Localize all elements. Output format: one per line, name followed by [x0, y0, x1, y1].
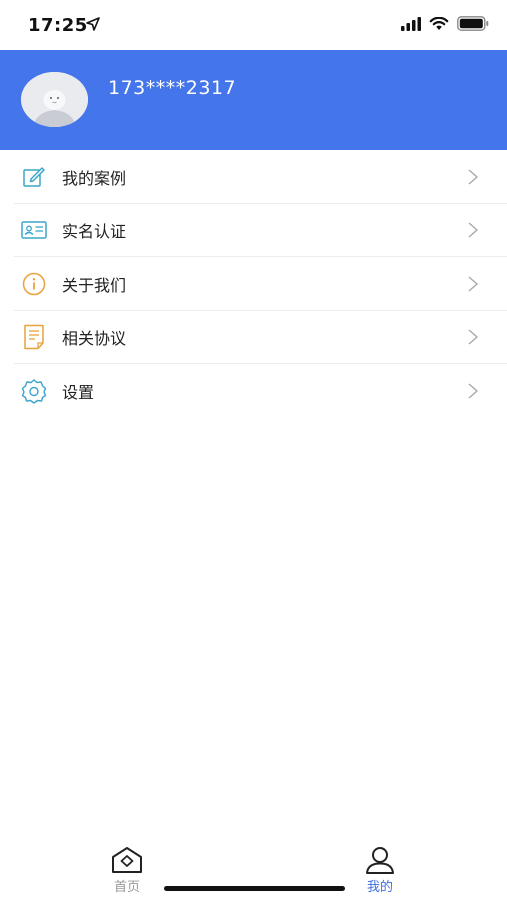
profile-header[interactable]: 173****2317	[0, 50, 507, 150]
chevron-right-icon	[468, 222, 479, 238]
menu-item-my-cases[interactable]: 我的案例	[0, 150, 507, 204]
tab-mine[interactable]: 我的	[340, 846, 420, 895]
home-icon	[112, 847, 142, 873]
home-indicator[interactable]	[164, 886, 345, 891]
signal-icon	[401, 16, 421, 31]
chevron-right-icon	[468, 169, 479, 185]
status-indicators	[401, 16, 489, 31]
menu-item-label: 实名认证	[62, 222, 127, 242]
status-bar: 17:25	[0, 0, 507, 50]
menu-item-label: 我的案例	[62, 168, 127, 188]
tab-mine-label: 我的	[366, 880, 393, 895]
avatar[interactable]	[21, 72, 88, 127]
menu-item-label: 设置	[62, 382, 95, 402]
menu-item-label: 相关协议	[62, 329, 127, 349]
edit-icon	[21, 164, 47, 190]
menu-item-real-name-verification[interactable]: 实名认证	[0, 204, 507, 257]
id-card-icon	[21, 217, 47, 243]
user-phone: 173****2317	[108, 77, 237, 99]
tab-home-label: 首页	[113, 880, 140, 895]
chevron-right-icon	[468, 329, 479, 345]
menu-item-label: 关于我们	[62, 275, 127, 295]
menu-item-settings[interactable]: 设置	[0, 364, 507, 418]
chevron-right-icon	[468, 383, 479, 399]
tab-bar: 首页 我的	[0, 838, 507, 900]
avatar-placeholder-icon	[21, 72, 88, 127]
menu-item-about-us[interactable]: 关于我们	[0, 257, 507, 311]
menu-item-agreements[interactable]: 相关协议	[0, 311, 507, 364]
status-time: 17:25	[28, 15, 88, 36]
gear-icon	[21, 378, 47, 404]
settings-menu: 我的案例 实名认证 关于我们 相关协议 设置	[0, 150, 507, 418]
chevron-right-icon	[468, 276, 479, 292]
document-icon	[21, 324, 47, 350]
location-arrow-icon	[86, 17, 100, 31]
wifi-icon	[429, 16, 449, 30]
user-icon	[366, 847, 394, 874]
info-icon	[21, 271, 47, 297]
tab-home[interactable]: 首页	[87, 846, 167, 895]
battery-icon	[457, 16, 489, 31]
